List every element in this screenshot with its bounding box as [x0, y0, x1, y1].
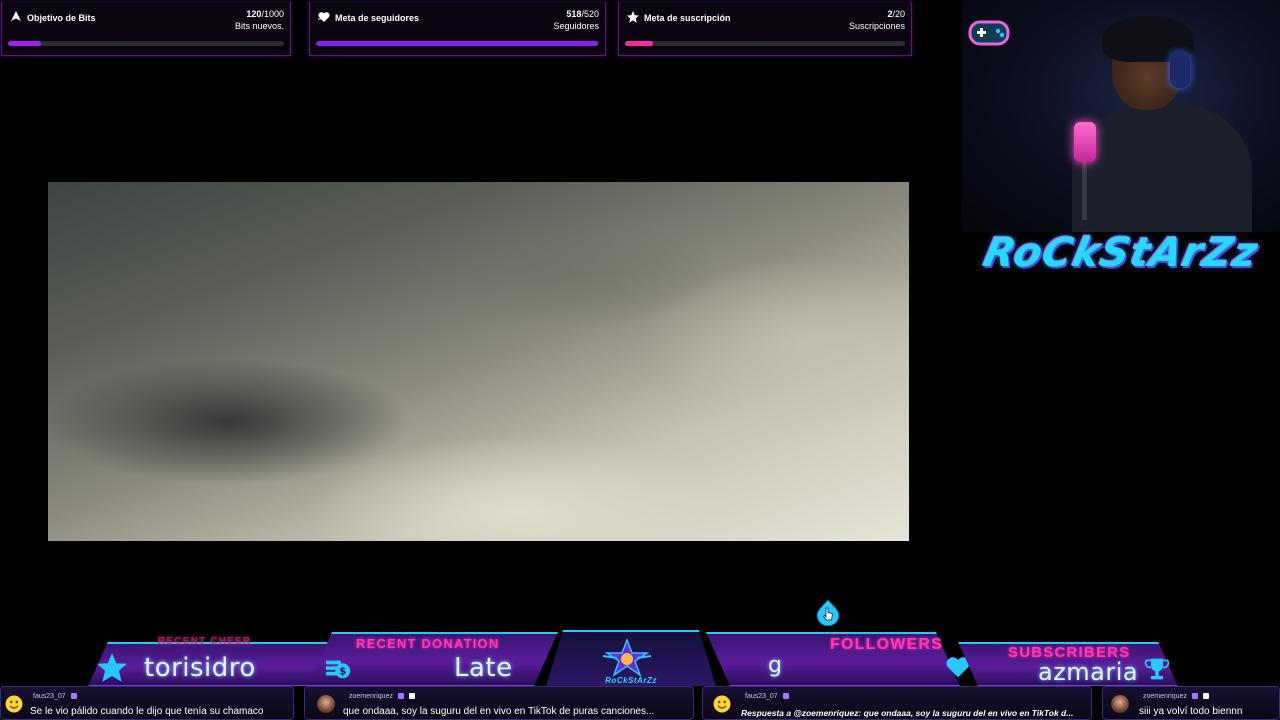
chat-username-text: zoemenriquez: [349, 693, 393, 700]
recent-donation-label: RECENT DONATION: [356, 636, 500, 651]
chat-text: siii ya volví todo biennn: [1139, 706, 1243, 717]
followers-goal-progress-fill: [316, 41, 598, 46]
rockstar-star-logo-icon: [602, 638, 652, 677]
followers-goal-title: Meta de seguidores: [335, 13, 420, 23]
recent-donation-value: Late: [454, 653, 513, 683]
trophy-icon: [1144, 658, 1170, 680]
chat-message: zoemenriquez siii ya volví todo biennn: [1102, 686, 1280, 720]
subscription-goal-widget: Meta de suscripción 2/20 Suscripciones: [618, 2, 912, 56]
center-logo-text: RoCkStArZz: [605, 676, 657, 685]
chat-username: faus23_07: [33, 693, 77, 700]
smiley-avatar-icon: [5, 695, 23, 713]
chat-username: zoemenriquez: [1143, 693, 1209, 700]
recent-cheer-label: RECENT CHEER: [158, 636, 252, 647]
webcam-feed: [962, 0, 1280, 232]
svg-text:$: $: [339, 666, 346, 678]
heart-icon: [318, 12, 330, 22]
badge-icon: [408, 693, 415, 700]
chat-username: faus23_07: [745, 693, 789, 700]
bits-goal-target: 1000: [263, 9, 284, 19]
bits-goal-progress-track: [8, 41, 284, 46]
chat-username-text: faus23_07: [745, 693, 778, 700]
star-icon: [97, 653, 127, 682]
subscription-goal-unit: Suscripciones: [848, 21, 905, 31]
channel-brand-logo: RoCkStArZz: [979, 230, 1263, 276]
badge-icon: [397, 693, 404, 700]
subscription-goal-title: Meta de suscripción: [644, 13, 731, 23]
subscribers-value: azmaria: [1038, 658, 1139, 686]
bits-goal-unit: Bits nuevos.: [234, 21, 284, 31]
stream-alert-banner: RECENT CHEER torisidro RECENT DONATION $…: [68, 630, 1194, 686]
bits-goal-current: 120: [246, 9, 262, 19]
subscription-goal-count: 2/20 Suscripciones: [849, 8, 905, 32]
followers-value: g: [768, 653, 783, 678]
photo-avatar-icon: [317, 695, 335, 713]
center-logo-panel: RoCkStArZz: [546, 630, 716, 686]
badge-icon: [1202, 693, 1209, 700]
streamer-body: [1072, 100, 1252, 232]
chat-overlay: faus23_07 Se le vio pálido cuando le dij…: [0, 686, 1280, 720]
subscription-goal-target: 20: [894, 9, 905, 19]
subscription-goal-progress-fill: [625, 41, 653, 46]
followers-goal-unit: Seguidores: [553, 21, 599, 31]
hand-cursor-icon: [816, 599, 840, 626]
bits-goal-widget: Objetivo de Bits 120/1000 Bits nuevos.: [1, 2, 291, 56]
star-icon: [627, 11, 639, 23]
recent-cheer-value: torisidro: [144, 653, 256, 683]
headset-icon: [1170, 52, 1190, 88]
followers-label: FOLLOWERS: [830, 636, 944, 653]
mic-stand: [1082, 160, 1087, 220]
chat-username-text: zoemenriquez: [1143, 693, 1187, 700]
chat-message: zoemenriquez que ondaaa, soy la suguru d…: [304, 686, 694, 720]
chat-message: faus23_07 Se le vio pálido cuando le dij…: [0, 686, 294, 720]
subscription-goal-progress-track: [625, 41, 905, 46]
followers-goal-count: 518/520 Seguidores: [553, 8, 599, 32]
money-icon: $: [325, 660, 351, 679]
followers-goal-current: 518: [566, 9, 582, 19]
chat-text: que ondaaa, soy la suguru del en vivo en…: [343, 706, 655, 717]
bits-goal-count: 120/1000 Bits nuevos.: [235, 8, 284, 32]
followers-goal-target: 520: [583, 9, 599, 19]
microphone-icon: [1074, 122, 1096, 162]
badge-icon: [782, 693, 789, 700]
badge-icon: [70, 693, 77, 700]
smiley-avatar-icon: [713, 695, 731, 713]
followers-goal-widget: Meta de seguidores 518/520 Seguidores: [309, 2, 606, 56]
gamepad-logo-icon: [968, 20, 1010, 46]
photo-avatar-icon: [1111, 695, 1129, 713]
chat-text: Se le vio pálido cuando le dijo que tení…: [30, 706, 264, 717]
chat-username-text: faus23_07: [33, 693, 66, 700]
bits-goal-title: Objetivo de Bits: [27, 13, 96, 23]
badge-icon: [1191, 693, 1198, 700]
bits-goal-progress-fill: [8, 41, 42, 46]
followers-goal-progress-track: [316, 41, 599, 46]
chat-message: faus23_07 Respuesta a @zoemenriquez: que…: [702, 686, 1092, 720]
chat-username: zoemenriquez: [349, 693, 415, 700]
main-video-player[interactable]: [48, 182, 909, 541]
chat-reply-text: Respuesta a @zoemenriquez: que ondaaa, s…: [741, 708, 1074, 718]
bits-icon: [11, 11, 21, 21]
